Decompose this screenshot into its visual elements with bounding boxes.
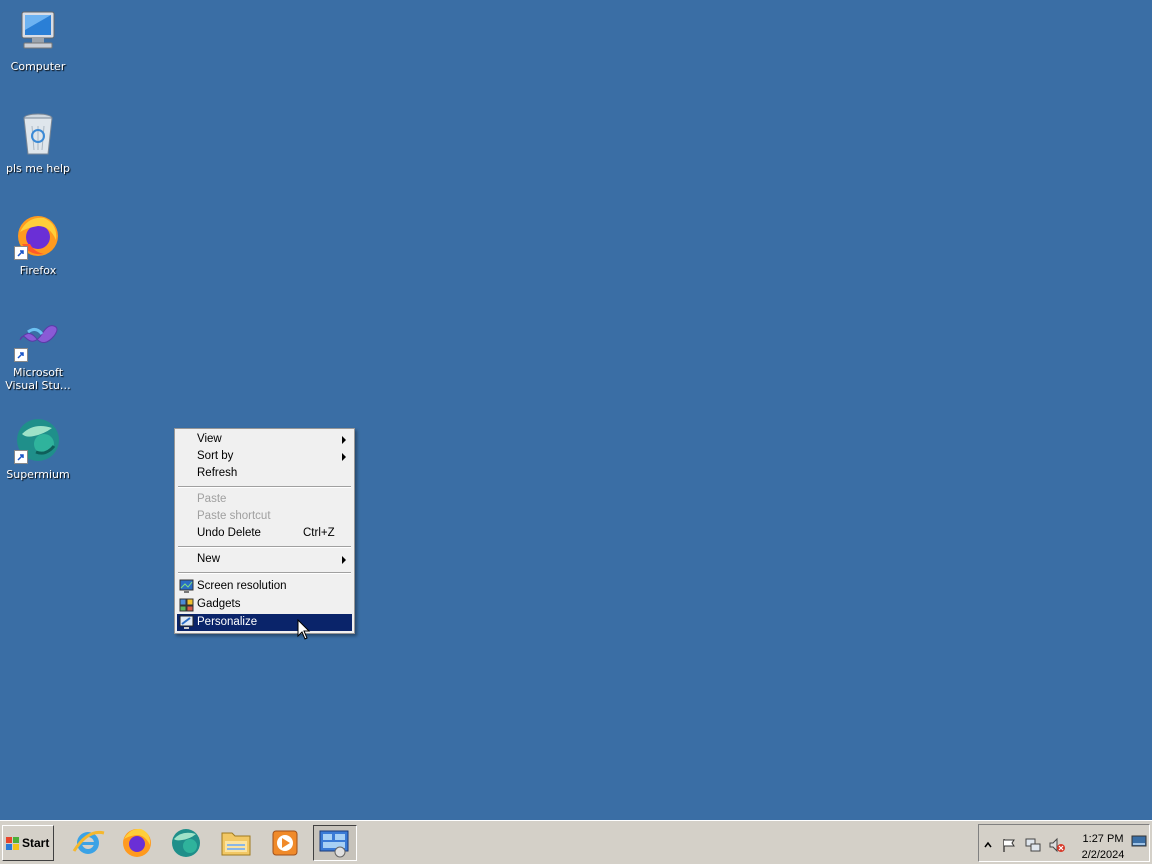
desktop-icon-visual-studio[interactable]: Microsoft Visual Stu… xyxy=(0,314,76,392)
menu-item-new[interactable]: New xyxy=(177,551,352,568)
menu-item-label: New xyxy=(197,553,221,565)
menu-item-label: Personalize xyxy=(197,616,258,628)
recycle-bin-icon xyxy=(14,110,62,158)
desktop-icon-computer[interactable]: Computer xyxy=(0,8,76,73)
show-hidden-icons-chevron-icon[interactable] xyxy=(983,837,993,853)
system-tray: 1:27 PM 2/2/2024 xyxy=(978,824,1150,862)
desktop-icon-label-line1: Microsoft xyxy=(12,366,64,379)
volume-muted-icon[interactable] xyxy=(1049,837,1065,853)
firefox-icon xyxy=(14,212,62,260)
shortcut-arrow-icon xyxy=(14,246,28,260)
windows-logo-icon xyxy=(6,837,20,851)
visual-studio-icon xyxy=(14,314,62,362)
submenu-arrow-icon xyxy=(342,436,346,444)
menu-item-paste: Paste xyxy=(177,491,352,508)
menu-item-sort-by[interactable]: Sort by xyxy=(177,448,352,465)
shortcut-arrow-icon xyxy=(14,348,28,362)
clock[interactable]: 1:27 PM 2/2/2024 xyxy=(1077,831,1129,863)
taskbar-supermium[interactable] xyxy=(164,825,208,861)
menu-separator xyxy=(178,546,351,548)
menu-item-refresh[interactable]: Refresh xyxy=(177,465,352,482)
menu-item-personalize[interactable]: Personalize xyxy=(177,614,352,631)
submenu-arrow-icon xyxy=(342,453,346,461)
taskbar: Start 1:27 PM 2/2/2024 xyxy=(0,820,1152,864)
taskbar-internet-explorer[interactable] xyxy=(66,825,110,861)
media-player-icon xyxy=(272,830,298,856)
desktop-icon-label-line2: Visual Stu… xyxy=(5,379,71,392)
supermium-icon xyxy=(14,416,62,464)
menu-item-label: Paste xyxy=(197,493,227,505)
action-center-flag-icon[interactable] xyxy=(1001,837,1017,853)
clock-date: 2/2/2024 xyxy=(1081,849,1125,861)
menu-item-label: View xyxy=(197,433,222,445)
menu-item-label: Paste shortcut xyxy=(197,510,271,522)
submenu-arrow-icon xyxy=(342,556,346,564)
file-explorer-icon xyxy=(221,832,251,856)
shortcut-arrow-icon xyxy=(14,450,28,464)
start-label: Start xyxy=(22,836,50,850)
gadgets-icon xyxy=(179,597,194,612)
firefox-icon xyxy=(123,828,151,857)
desktop-icon-firefox[interactable]: Firefox xyxy=(0,212,76,277)
menu-separator xyxy=(178,572,351,574)
desktop-icon-label: Computer xyxy=(10,60,66,73)
taskbar-control-panel[interactable] xyxy=(313,825,357,861)
desktop-icon-label: Firefox xyxy=(19,264,57,277)
desktop-context-menu: View Sort by Refresh Paste Paste shortcu… xyxy=(174,428,355,634)
taskbar-media-player[interactable] xyxy=(263,825,307,861)
internet-explorer-icon xyxy=(72,830,105,854)
personalize-icon xyxy=(179,615,194,630)
taskbar-file-explorer[interactable] xyxy=(214,825,258,861)
desktop-icon-recycle-bin[interactable]: pls me help xyxy=(0,110,76,175)
desktop-icon-supermium[interactable]: Supermium xyxy=(0,416,76,481)
menu-item-label: Sort by xyxy=(197,450,234,462)
menu-item-paste-shortcut: Paste shortcut xyxy=(177,508,352,525)
network-icon[interactable] xyxy=(1025,837,1041,853)
taskbar-firefox[interactable] xyxy=(115,825,159,861)
menu-item-label: Screen resolution xyxy=(197,580,287,592)
menu-item-label: Gadgets xyxy=(197,598,241,610)
control-panel-icon xyxy=(319,830,349,858)
menu-item-undo-delete[interactable]: Undo Delete Ctrl+Z xyxy=(177,525,352,542)
menu-item-gadgets[interactable]: Gadgets xyxy=(177,596,352,613)
menu-item-label: Refresh xyxy=(197,467,238,479)
computer-icon xyxy=(14,8,62,56)
desktop-icon-label: Supermium xyxy=(6,468,70,481)
menu-separator xyxy=(178,486,351,488)
desktop-icon-label: pls me help xyxy=(5,162,71,175)
menu-item-shortcut-key: Ctrl+Z xyxy=(303,527,335,539)
menu-item-label: Undo Delete xyxy=(197,527,261,539)
menu-item-view[interactable]: View xyxy=(177,431,352,448)
supermium-icon xyxy=(172,829,200,857)
screen-resolution-icon xyxy=(179,579,194,594)
desktop[interactable]: Computer pls me help Firefox Microsoft V… xyxy=(0,0,1152,820)
start-button[interactable]: Start xyxy=(2,825,54,861)
menu-item-screen-resolution[interactable]: Screen resolution xyxy=(177,578,352,595)
clock-time: 1:27 PM xyxy=(1082,833,1124,845)
mouse-cursor-icon xyxy=(297,618,311,641)
show-desktop-icon[interactable] xyxy=(1131,835,1147,849)
